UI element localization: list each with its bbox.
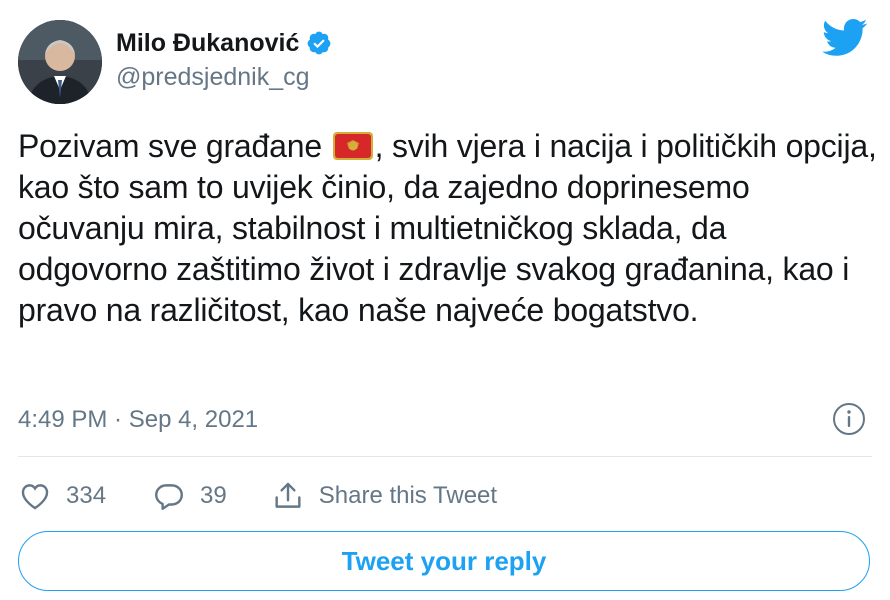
reply-button[interactable]: 39: [152, 479, 227, 513]
author-name[interactable]: Milo Đukanović: [116, 28, 299, 58]
like-count: 334: [66, 482, 107, 509]
share-label: Share this Tweet: [318, 482, 498, 509]
verified-badge-icon: [306, 30, 332, 56]
share-icon: [275, 482, 301, 508]
tweet-timestamp[interactable]: 4:49 PM · Sep 4, 2021: [18, 404, 258, 436]
author-handle[interactable]: @predsjednik_cg: [116, 62, 310, 92]
like-button[interactable]: 334: [18, 479, 106, 513]
author-name-row[interactable]: Milo Đukanović: [116, 28, 332, 58]
tweet-text-part-1: Pozivam sve građane: [18, 128, 331, 164]
tweet-your-reply-button[interactable]: Tweet your reply: [18, 531, 870, 591]
info-icon[interactable]: [832, 402, 866, 436]
divider: [18, 456, 872, 457]
reply-bubble-icon: [155, 484, 184, 510]
action-bar: 334 39 Share this Tweet: [18, 476, 497, 516]
share-button[interactable]: Share this Tweet: [271, 479, 497, 513]
tweet-your-reply-label: Tweet your reply: [341, 545, 547, 576]
montenegro-flag-icon: [332, 129, 373, 160]
tweet-text: Pozivam sve građane , svih vjera i nacij…: [18, 126, 878, 331]
reply-count: 39: [200, 482, 227, 509]
heart-icon: [21, 484, 49, 510]
avatar[interactable]: [18, 20, 102, 104]
twitter-bird-icon[interactable]: [822, 18, 868, 58]
